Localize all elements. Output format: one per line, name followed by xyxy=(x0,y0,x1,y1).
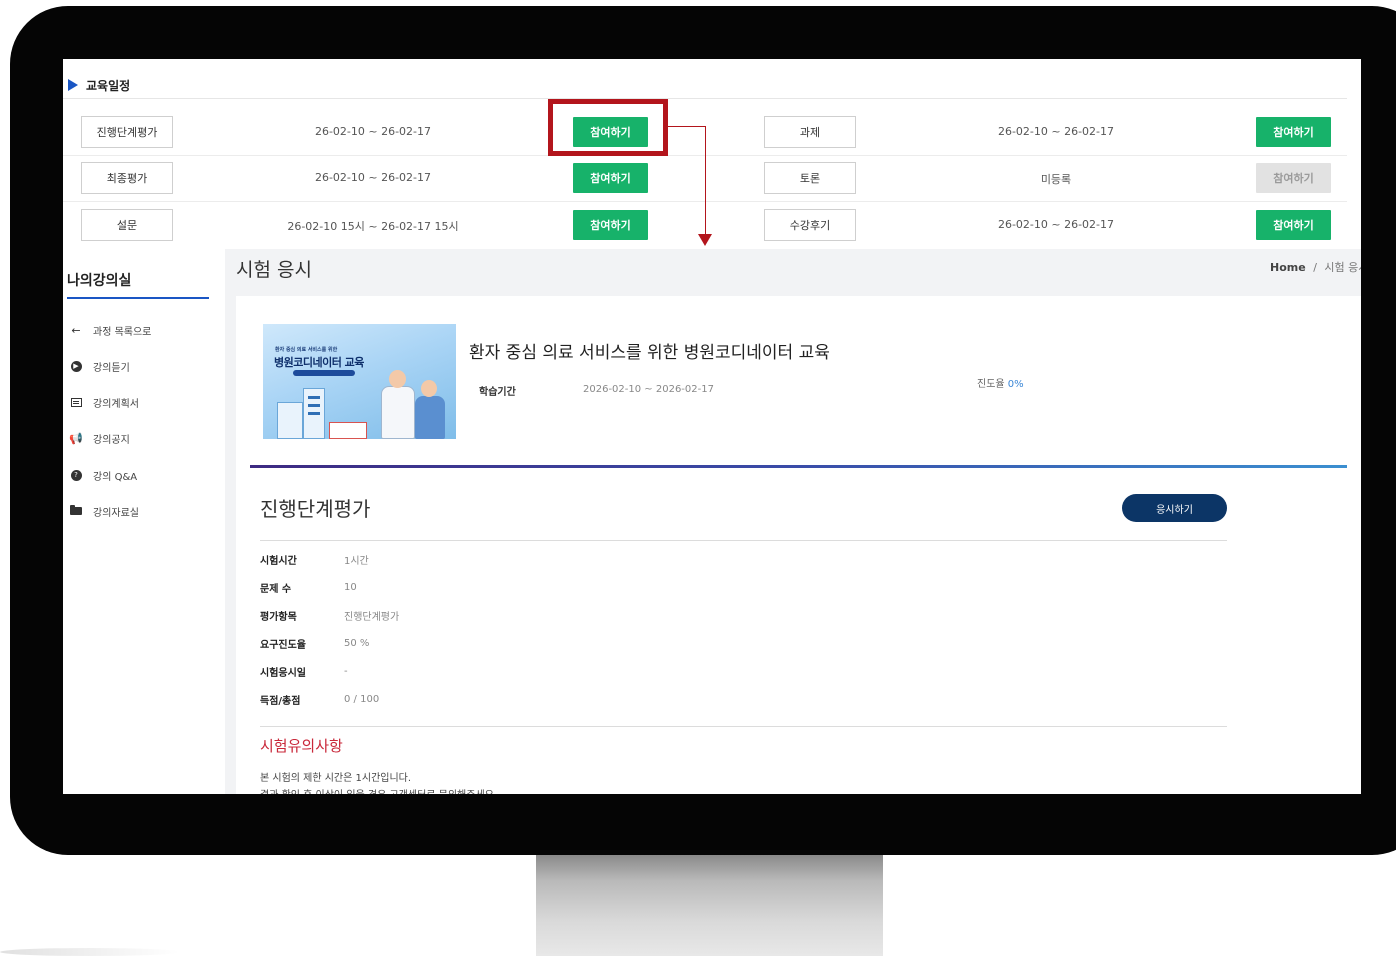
schedule-period: 26-02-10 ~ 26-02-17 xyxy=(314,125,432,138)
triangle-bullet-icon xyxy=(68,79,78,91)
schedule-category-survey[interactable]: 설문 xyxy=(81,209,173,241)
progress-value: 0% xyxy=(1007,379,1024,390)
folder-icon xyxy=(69,504,83,518)
notice-line: 본 시험의 제한 시간은 1시간입니다. xyxy=(260,773,412,784)
table-icon xyxy=(69,395,83,409)
building-window xyxy=(308,404,320,407)
sidebar-item-label: 강의계획서 xyxy=(93,398,139,410)
exam-info-key: 시험응시일 xyxy=(260,667,306,679)
schedule-title: 교육일정 xyxy=(86,78,131,93)
sidebar-item-notice[interactable]: 📢 강의공지 xyxy=(69,430,130,446)
exam-info-row: 평가항목 진행단계평가 xyxy=(260,608,400,623)
schedule-period: 26-02-10 ~ 26-02-17 xyxy=(314,171,432,184)
exam-info-value: 1시간 xyxy=(344,555,369,567)
join-button-final-eval[interactable]: 참여하기 xyxy=(573,163,648,193)
exam-title: 진행단계평가 xyxy=(260,497,371,521)
nurse-head-illustration xyxy=(421,380,437,397)
exam-info-key: 요구진도율 xyxy=(260,639,306,651)
sidebar-title-underline xyxy=(67,297,209,299)
schedule-period: 26-02-10 ~ 26-02-17 xyxy=(997,218,1115,231)
play-circle-icon: ▶ xyxy=(69,359,83,373)
exam-info-key: 문제 수 xyxy=(260,583,292,595)
question-circle-icon: ? xyxy=(69,468,83,482)
breadcrumb: Home / 시험 응시 xyxy=(1270,259,1361,275)
exam-info-value: 0 / 100 xyxy=(344,693,380,705)
monitor-screen: 교육일정 진행단계평가 26-02-10 ~ 26-02-17 참여하기 과제 … xyxy=(63,59,1361,794)
progress-rate: 진도율 0% xyxy=(977,375,1024,390)
schedule-category-discussion[interactable]: 토론 xyxy=(764,162,856,194)
sidebar-item-syllabus[interactable]: 강의계획서 xyxy=(69,394,139,410)
sidebar-item-label: 강의듣기 xyxy=(93,362,130,374)
study-period-value: 2026-02-10 ~ 2026-02-17 xyxy=(583,384,714,395)
exam-info-row: 문제 수 10 xyxy=(260,580,357,595)
exam-info-row: 요구진도율 50 % xyxy=(260,636,370,651)
building-illustration xyxy=(277,402,303,439)
breadcrumb-home[interactable]: Home xyxy=(1270,261,1306,274)
sidebar-item-label: 강의자료실 xyxy=(93,507,139,519)
exam-divider xyxy=(260,540,1227,541)
sidebar-item-course-list[interactable]: ← 과정 목록으로 xyxy=(69,322,151,338)
nurse-illustration xyxy=(415,396,445,439)
notice-line: 결과 확인 후 이상이 있을 경우 고객센터로 문의해주세요. xyxy=(260,786,497,794)
sidebar-item-resources[interactable]: 강의자료실 xyxy=(69,503,139,519)
page-title: 시험 응시 xyxy=(236,259,312,281)
schedule-period: 미등록 xyxy=(1040,173,1072,186)
building-window xyxy=(308,412,320,415)
join-button-assignment[interactable]: 참여하기 xyxy=(1256,117,1331,147)
stand-shadow xyxy=(0,948,180,956)
building-window xyxy=(308,396,320,399)
exam-info-row: 시험시간 1시간 xyxy=(260,552,369,567)
join-button-review[interactable]: 참여하기 xyxy=(1256,210,1331,240)
exam-divider xyxy=(260,726,1227,727)
exam-info-row: 시험응시일 - xyxy=(260,664,348,679)
sidebar-item-lectures[interactable]: ▶ 강의듣기 xyxy=(69,358,130,374)
schedule-header: 교육일정 xyxy=(68,75,130,95)
ambulance-illustration xyxy=(329,422,367,439)
exam-info-key: 득점/총점 xyxy=(260,695,301,707)
thumbnail-banner xyxy=(293,370,355,376)
exam-info-value: - xyxy=(344,665,348,677)
highlight-box xyxy=(548,99,668,156)
thumbnail-subtitle: 환자 중심 의료 서비스를 위한 xyxy=(275,347,338,353)
notice-title: 시험유의사항 xyxy=(260,737,343,755)
annotation-arrow-line xyxy=(668,126,706,127)
exam-info-key: 평가항목 xyxy=(260,611,297,623)
megaphone-icon: 📢 xyxy=(69,431,83,445)
breadcrumb-separator: / xyxy=(1313,261,1317,274)
take-exam-button[interactable]: 응시하기 xyxy=(1122,494,1227,522)
exam-info-value: 50 % xyxy=(344,637,370,649)
sidebar-title: 나의강의실 xyxy=(67,273,132,289)
arrow-left-icon: ← xyxy=(71,323,81,337)
course-thumbnail: 환자 중심 의료 서비스를 위한 병원코디네이터 교육 xyxy=(263,324,456,439)
sidebar-item-qna[interactable]: ? 강의 Q&A xyxy=(69,467,137,483)
schedule-period: 26-02-10 ~ 26-02-17 xyxy=(997,125,1115,138)
schedule-divider xyxy=(63,98,1347,99)
progress-label: 진도율 xyxy=(977,379,1005,390)
sidebar-item-label: 과정 목록으로 xyxy=(93,326,152,338)
monitor-stand xyxy=(536,840,883,956)
join-button-discussion-disabled: 참여하기 xyxy=(1256,163,1331,193)
course-title: 환자 중심 의료 서비스를 위한 병원코디네이터 교육 xyxy=(469,343,830,363)
join-button-survey[interactable]: 참여하기 xyxy=(573,210,648,240)
annotation-arrow-line xyxy=(705,126,706,236)
exam-info-row: 득점/총점 0 / 100 xyxy=(260,692,380,707)
thumbnail-title: 병원코디네이터 교육 xyxy=(274,356,364,369)
annotation-arrow-head-icon xyxy=(698,234,712,246)
sidebar: 나의강의실 ← 과정 목록으로 ▶ 강의듣기 강의계획서 📢 강의공지 ? 강의… xyxy=(63,249,225,794)
breadcrumb-current: 시험 응시 xyxy=(1324,261,1361,274)
exam-info-value: 진행단계평가 xyxy=(344,611,400,623)
study-period-label: 학습기간 xyxy=(479,387,516,398)
schedule-category-review[interactable]: 수강후기 xyxy=(764,209,856,241)
schedule-category-progress-eval[interactable]: 진행단계평가 xyxy=(81,116,173,148)
exam-info-key: 시험시간 xyxy=(260,555,297,567)
sidebar-item-label: 강의공지 xyxy=(93,434,130,446)
schedule-category-assignment[interactable]: 과제 xyxy=(764,116,856,148)
doctor-illustration xyxy=(381,386,415,439)
exam-info-value: 10 xyxy=(344,581,357,593)
schedule-category-final-eval[interactable]: 최종평가 xyxy=(81,162,173,194)
sidebar-item-label: 강의 Q&A xyxy=(93,471,138,483)
doctor-head-illustration xyxy=(389,370,406,388)
course-divider xyxy=(250,465,1347,468)
schedule-period: 26-02-10 15시 ~ 26-02-17 15시 xyxy=(287,220,459,233)
